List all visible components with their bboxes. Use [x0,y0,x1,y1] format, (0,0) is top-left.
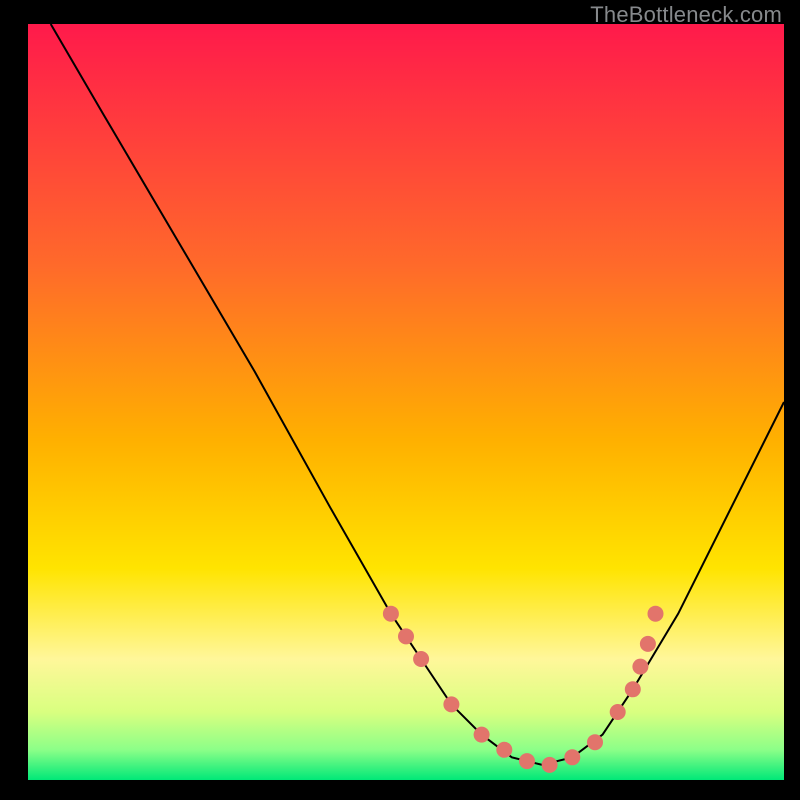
watermark-text: TheBottleneck.com [590,2,782,28]
marker-point [496,742,512,758]
marker-point [443,696,459,712]
marker-point [564,749,580,765]
marker-point [648,606,664,622]
marker-point [398,628,414,644]
marker-point [632,659,648,675]
chart-frame [28,24,784,780]
gradient-background [28,24,784,780]
marker-point [640,636,656,652]
marker-point [413,651,429,667]
marker-point [474,727,490,743]
marker-point [587,734,603,750]
marker-point [625,681,641,697]
marker-point [542,757,558,773]
marker-point [383,606,399,622]
marker-point [519,753,535,769]
marker-point [610,704,626,720]
bottleneck-chart [28,24,784,780]
